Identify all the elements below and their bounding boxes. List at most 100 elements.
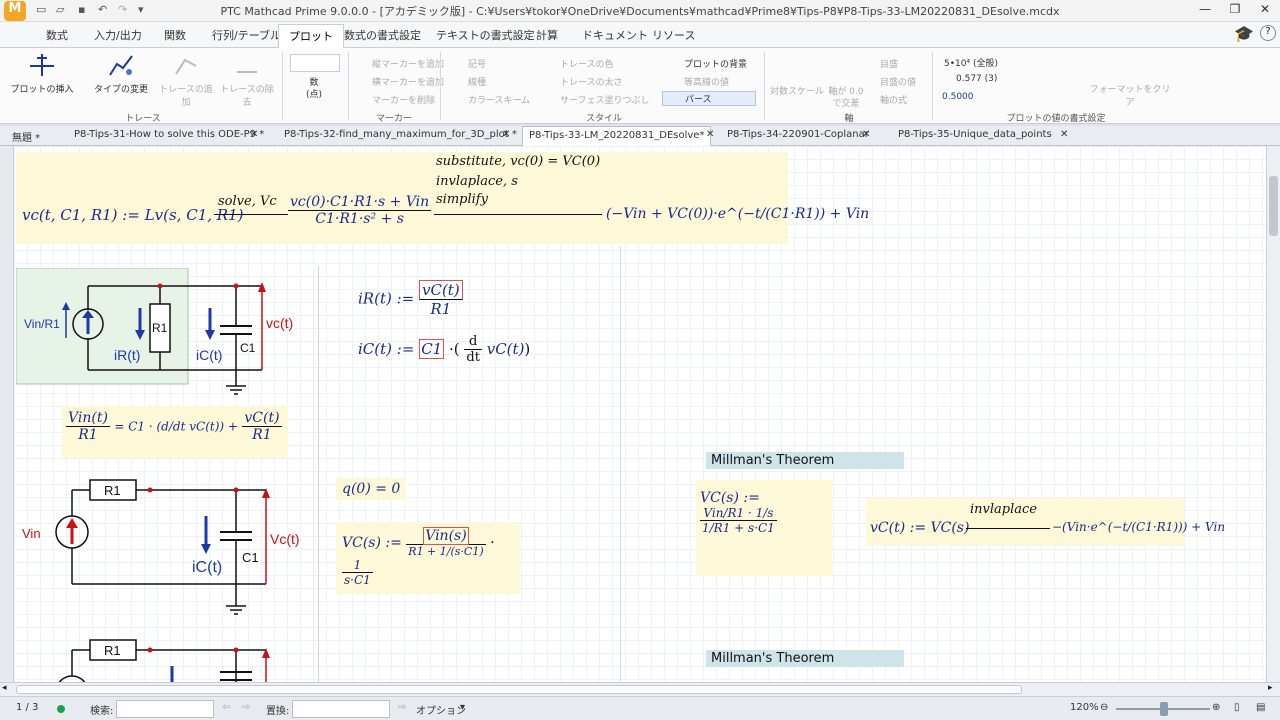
doc-tab-tips-32[interactable]: P8-Tips-32-find_many_maximum_for_3D_plot… (284, 129, 517, 140)
doc-tab-tips-34[interactable]: P8-Tips-34-220901-Coplanar (727, 129, 869, 140)
line-style-dropdown[interactable]: 線種 (468, 75, 486, 88)
add-vertical-marker-button[interactable]: 縦マーカーを追加 (372, 57, 444, 70)
perspective-toggle[interactable]: パース (662, 91, 756, 106)
horizontal-scrollbar[interactable]: ◂ ▸ (0, 682, 1280, 696)
tab-math-formatting[interactable]: 数式の書式設定 (344, 27, 421, 43)
tab-text-formatting[interactable]: テキストの書式設定 (436, 27, 535, 43)
format-precision-dropdown[interactable]: 0.577 (3) (956, 74, 997, 84)
window-title: PTC Mathcad Prime 9.0.0.0 - [アカデミック版] - … (220, 5, 1060, 18)
insert-plot-button[interactable]: プロットの挿入 (8, 52, 76, 100)
axis-equation-button[interactable]: 軸の式 (880, 93, 907, 106)
trace-width-dropdown[interactable]: トレースの太さ (560, 75, 623, 88)
change-type-label: タイプの変更 (93, 85, 148, 95)
remove-trace-button[interactable]: トレースの除去 (218, 52, 276, 108)
doc-tab-close-icon[interactable]: ✕ (250, 129, 258, 140)
math-region-invlaplace[interactable]: vC(t) := VC(s) invlaplace −(Vin·e^(−t/(C… (866, 498, 1225, 546)
vertical-scrollbar[interactable] (1266, 146, 1280, 682)
doc-tab-tips-31[interactable]: P8-Tips-31-How to solve this ODE-P9 * (74, 129, 264, 140)
circuit-diagram-3[interactable]: R1 (16, 636, 316, 682)
zoom-level: 120% (1070, 702, 1099, 713)
plot-background-dropdown[interactable]: プロットの背景 (684, 57, 747, 70)
color-scheme-dropdown[interactable]: カラースキーム (468, 93, 530, 106)
scrollbar-thumb[interactable] (1269, 176, 1278, 236)
math-region-q0[interactable]: q(0) = 0 (336, 478, 407, 500)
add-horizontal-marker-button[interactable]: 横マーカーを追加 (372, 75, 444, 88)
node-dot (157, 283, 163, 289)
tab-input-output[interactable]: 入力/出力 (94, 27, 142, 43)
tab-resources[interactable]: リソース (652, 27, 695, 43)
tab-plots[interactable]: プロット (278, 24, 344, 48)
tab-calculation[interactable]: 計算 (536, 27, 558, 43)
text-region-millman-2[interactable]: Millman's Theorem (706, 650, 904, 667)
page-view-icon[interactable]: ▯ (1234, 702, 1240, 713)
replace-input[interactable] (292, 700, 390, 718)
capacitor-symbol (220, 325, 252, 335)
zoom-out-icon[interactable]: ⊖ (1100, 702, 1108, 713)
math-region-ic[interactable]: iC(t) := C1 ·( d dt vC(t)) (358, 334, 530, 365)
search-next-icon[interactable]: ⇨ (242, 702, 250, 713)
minimize-button[interactable]: — (1190, 2, 1220, 16)
ribbon-separator (348, 52, 349, 120)
eq1-keyword-simplify: simplify (436, 192, 488, 207)
format-general-dropdown[interactable]: 5•10⁴ (全般) (944, 56, 998, 69)
add-trace-button[interactable]: トレースの追加 (156, 52, 216, 108)
group-style: スタイル (585, 114, 622, 124)
circuit-diagram-2[interactable]: Vin R1 iC(t) C1 Vc(t) (16, 476, 316, 616)
close-button[interactable]: ✕ (1250, 2, 1280, 16)
text-region-millman-1[interactable]: Millman's Theorem (706, 452, 904, 469)
doc-tab-close-icon[interactable]: ✕ (1060, 129, 1068, 140)
doc-tab-close-icon[interactable]: ✕ (706, 129, 714, 140)
vcs-numerator-2: 1 (342, 558, 373, 573)
eq1-lhs: vc(t, C1, R1) := Lv(s, C1, R1) (22, 206, 244, 224)
search-prev-icon[interactable]: ⇦ (222, 702, 230, 713)
trace-color-dropdown[interactable]: トレースの色 (560, 57, 614, 70)
scroll-right-icon[interactable]: ▸ (1268, 683, 1273, 693)
help-icon[interactable]: ? (1260, 25, 1276, 41)
tab-math[interactable]: 数式 (46, 27, 68, 43)
zoom-slider[interactable] (1116, 702, 1210, 716)
voltage-source-arrow (66, 518, 78, 528)
contour-values-button[interactable]: 等高線の値 (684, 75, 729, 88)
grid-button[interactable]: 目盛 (880, 57, 898, 70)
log-scale-button[interactable]: 対数スケール (770, 84, 824, 97)
remove-trace-label: トレースの除去 (220, 85, 274, 108)
options-button[interactable]: オプション (416, 702, 466, 717)
circuit-diagram-1[interactable]: Vin/R1 R1 iR(t) iC(t) C1 vc(t) (16, 268, 316, 400)
tab-functions[interactable]: 関数 (164, 27, 186, 43)
zoom-slider-thumb[interactable] (1160, 702, 1168, 716)
math-region-ir[interactable]: iR(t) := vC(t) R1 (358, 280, 463, 318)
tab-document[interactable]: ドキュメント (582, 27, 648, 43)
graduation-cap-icon[interactable]: 🎓 (1234, 24, 1254, 43)
scrollbar-thumb[interactable] (16, 685, 1022, 694)
worksheet[interactable]: vc(t, C1, R1) := Lv(s, C1, R1) solve, Vc… (14, 146, 1266, 682)
doc-tab-close-icon[interactable]: ✕ (502, 129, 510, 140)
vct-lhs: vC(t) := VC(s) (870, 520, 970, 536)
page-indicator: 1 / 3 (16, 702, 39, 713)
options-dropdown-icon[interactable]: ▾ (460, 702, 465, 713)
symbol-dropdown[interactable]: 記号 (468, 57, 486, 70)
search-input[interactable] (116, 700, 214, 718)
vct-arrow (966, 528, 1050, 529)
doc-tab-tips-35[interactable]: P8-Tips-35-Unique_data_points (898, 129, 1052, 140)
surface-fill-dropdown[interactable]: サーフェス塗りつぶし (560, 93, 650, 106)
draft-view-icon[interactable]: ▤ (1256, 702, 1265, 713)
math-region-millman-vcs[interactable]: VC(s) := Vin/R1 · 1/s 1/R1 + s·C1 (696, 480, 832, 576)
scroll-left-icon[interactable]: ◂ (2, 683, 7, 693)
math-region-symbolic-solve[interactable]: vc(t, C1, R1) := Lv(s, C1, R1) solve, Vc… (16, 152, 869, 244)
zoom-in-icon[interactable]: ⊕ (1212, 702, 1220, 713)
restore-button[interactable]: ❐ (1220, 2, 1250, 16)
change-type-button[interactable]: タイプの変更 (90, 52, 152, 100)
eq1-arrow (434, 214, 602, 215)
clear-format-button[interactable]: フォーマットをクリア (1088, 82, 1172, 108)
doc-tab-untitled[interactable]: 無題 * (12, 129, 40, 144)
tab-matrices-tables[interactable]: 行列/テーブル (212, 27, 281, 43)
doc-tab-close-icon[interactable]: ✕ (862, 129, 870, 140)
delete-marker-button[interactable]: マーカーを削除 (372, 93, 435, 106)
math-region-vcs[interactable]: VC(s) := Vin(s) R1 + 1/(s·C1) · 1 s·C1 (336, 522, 520, 594)
math-region-kcl[interactable]: Vin(t) R1 = C1 · (d/dt vC(t)) + vC(t) R1 (62, 406, 288, 458)
doc-tab-tips-33[interactable]: P8-Tips-33-LM_20220831_DEsolve* (522, 126, 712, 146)
ribbon-separator (440, 52, 441, 120)
point-count-select[interactable] (290, 54, 340, 72)
replace-go-icon[interactable]: ⇨ (398, 702, 406, 713)
grid-values-button[interactable]: 目盛の値 (880, 75, 916, 88)
